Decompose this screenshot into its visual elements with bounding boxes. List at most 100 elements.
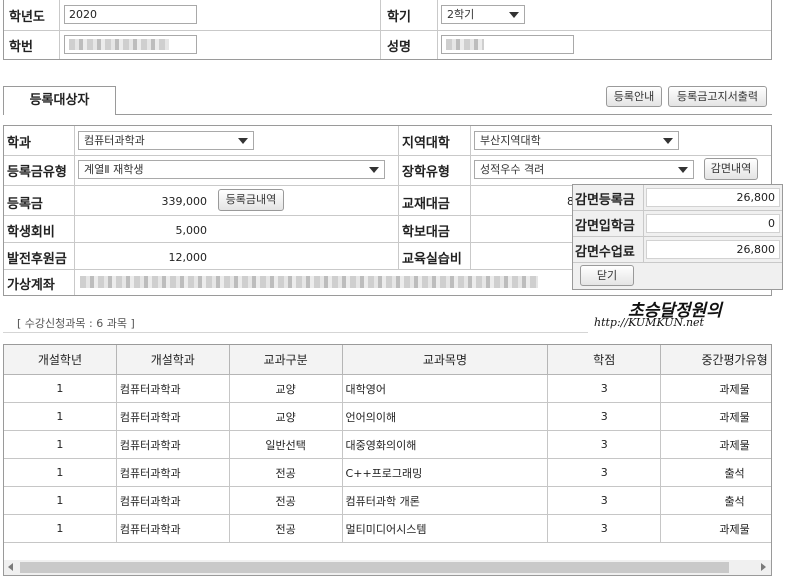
tab-registration-target[interactable]: 등록대상자 xyxy=(3,86,116,115)
textbook-label: 교재대금 xyxy=(402,197,450,212)
tuition-notice-print-button[interactable]: 등록금고지서출력 xyxy=(668,86,767,107)
chevron-down-icon xyxy=(369,167,379,173)
col-header-midterm-type[interactable]: 중간평가유형 xyxy=(660,345,771,375)
scholarship-select-value: 성적우수 격려 xyxy=(480,163,545,176)
table-row[interactable]: 1 컴퓨터과학과 교양 언어의이해 3 과제물 xyxy=(4,402,771,431)
scholarship-select[interactable]: 성적우수 격려 xyxy=(474,160,694,179)
registration-guide-button[interactable]: 등록안내 xyxy=(606,86,662,107)
col-header-category[interactable]: 교과구분 xyxy=(228,345,343,375)
name-input[interactable] xyxy=(441,35,574,54)
cell-dept: 컴퓨터과학과 xyxy=(115,514,230,543)
cell-category: 일반선택 xyxy=(228,430,343,459)
reduction-tuition-input[interactable]: 26,800 xyxy=(646,188,780,207)
scrollbar-thumb[interactable] xyxy=(20,562,729,573)
table-row[interactable]: 1 컴퓨터과학과 일반선택 대중영화의이해 3 과제물 xyxy=(4,430,771,459)
practice-label: 교육실습비 xyxy=(402,252,462,267)
fee-type-select-value: 계열Ⅱ 재학생 xyxy=(84,163,144,176)
region-select[interactable]: 부산지역대학 xyxy=(474,131,679,150)
watermark-url: http://KUMKUN.net xyxy=(594,316,704,329)
reduction-admission-label: 감면입학금 xyxy=(575,219,635,234)
dept-select-value: 컴퓨터과학과 xyxy=(84,134,145,147)
student-id-label: 학번 xyxy=(9,40,33,55)
reduction-detail-button[interactable]: 감면내역 xyxy=(704,158,758,180)
scholarship-label: 장학유형 xyxy=(402,165,450,180)
col-header-year[interactable]: 개설학년 xyxy=(4,345,117,375)
course-count-bar: [ 수강신청과목 : 6 과목 ] xyxy=(3,312,588,333)
tuition-detail-button[interactable]: 등록금내역 xyxy=(218,189,284,211)
student-id-input[interactable] xyxy=(64,35,197,54)
scroll-left-arrow-icon[interactable] xyxy=(8,563,13,571)
cell-midterm-type: 과제물 xyxy=(660,374,771,403)
student-fee-value: 5,000 xyxy=(175,224,208,237)
cell-subject: 컴퓨터과학 개론 xyxy=(341,486,549,515)
cell-year: 1 xyxy=(4,486,117,515)
reduction-class-fee-input[interactable]: 26,800 xyxy=(646,240,780,259)
cell-midterm-type: 출석 xyxy=(660,486,771,515)
region-label: 지역대학 xyxy=(402,136,450,151)
col-header-subject[interactable]: 교과목명 xyxy=(341,345,549,375)
year-input[interactable]: 2020 xyxy=(64,5,197,24)
cell-credit: 3 xyxy=(547,486,662,515)
cell-year: 1 xyxy=(4,430,117,459)
cell-subject: 언어의이해 xyxy=(341,402,549,431)
dev-fund-value: 12,000 xyxy=(168,251,208,264)
cell-credit: 3 xyxy=(547,514,662,543)
masked-name xyxy=(446,39,484,50)
reduction-admission-input[interactable]: 0 xyxy=(646,214,780,233)
chevron-down-icon xyxy=(509,12,519,18)
cell-midterm-type: 과제물 xyxy=(660,514,771,543)
dept-label: 학과 xyxy=(7,136,31,151)
watermark-logo: 초승달정원의 http://KUMKUN.net xyxy=(594,296,774,336)
cell-dept: 컴퓨터과학과 xyxy=(115,486,230,515)
cell-year: 1 xyxy=(4,514,117,543)
tuition-value: 339,000 xyxy=(161,195,208,208)
cell-category: 교양 xyxy=(228,374,343,403)
cell-dept: 컴퓨터과학과 xyxy=(115,430,230,459)
term-select-value: 2학기 xyxy=(447,8,475,21)
fee-type-select[interactable]: 계열Ⅱ 재학생 xyxy=(78,160,385,179)
student-fee-label: 학생회비 xyxy=(7,225,55,240)
cell-credit: 3 xyxy=(547,374,662,403)
term-select[interactable]: 2학기 xyxy=(441,5,525,24)
tab-underline xyxy=(116,114,772,115)
cell-subject: C++프로그래밍 xyxy=(341,458,549,487)
cell-midterm-type: 과제물 xyxy=(660,430,771,459)
table-header-row: 개설학년 개설학과 교과구분 교과목명 학점 중간평가유형 xyxy=(4,345,771,375)
col-header-credit[interactable]: 학점 xyxy=(547,345,662,375)
cell-credit: 3 xyxy=(547,430,662,459)
cell-midterm-type: 출석 xyxy=(660,458,771,487)
chevron-down-icon xyxy=(663,138,673,144)
reduction-tuition-label: 감면등록금 xyxy=(575,193,635,208)
tuition-label: 등록금 xyxy=(7,197,43,212)
cell-category: 전공 xyxy=(228,458,343,487)
table-row[interactable]: 1 컴퓨터과학과 전공 컴퓨터과학 개론 3 출석 xyxy=(4,486,771,515)
fee-type-label: 등록금유형 xyxy=(7,165,67,180)
table-row[interactable]: 1 컴퓨터과학과 전공 C++프로그래밍 3 출석 xyxy=(4,458,771,487)
cell-category: 전공 xyxy=(228,514,343,543)
cell-category: 교양 xyxy=(228,402,343,431)
cell-category: 전공 xyxy=(228,486,343,515)
horizontal-scrollbar[interactable] xyxy=(4,560,771,575)
dev-fund-label: 발전후원금 xyxy=(7,252,67,267)
cell-year: 1 xyxy=(4,458,117,487)
cell-dept: 컴퓨터과학과 xyxy=(115,458,230,487)
cell-dept: 컴퓨터과학과 xyxy=(115,374,230,403)
reduction-class-fee-label: 감면수업료 xyxy=(575,245,635,260)
chevron-down-icon xyxy=(238,138,248,144)
course-table-container: 개설학년 개설학과 교과구분 교과목명 학점 중간평가유형 1 컴퓨터과학과 교양 대… xyxy=(3,344,772,576)
dept-select[interactable]: 컴퓨터과학과 xyxy=(78,131,254,150)
table-row[interactable]: 1 컴퓨터과학과 전공 멀티미디어시스템 3 과제물 xyxy=(4,514,771,543)
year-label: 학년도 xyxy=(9,10,45,25)
newspaper-label: 학보대금 xyxy=(402,225,450,240)
table-row[interactable]: 1 컴퓨터과학과 교양 대학영어 3 과제물 xyxy=(4,374,771,403)
col-header-dept[interactable]: 개설학과 xyxy=(115,345,230,375)
region-select-value: 부산지역대학 xyxy=(480,134,541,147)
cell-subject: 대학영어 xyxy=(341,374,549,403)
close-button[interactable]: 닫기 xyxy=(580,265,634,286)
cell-subject: 대중영화의이해 xyxy=(341,430,549,459)
name-label: 성명 xyxy=(387,40,411,55)
virtual-account-label: 가상계좌 xyxy=(7,278,55,293)
cell-midterm-type: 과제물 xyxy=(660,402,771,431)
scroll-right-arrow-icon[interactable] xyxy=(761,563,766,571)
cell-subject: 멀티미디어시스템 xyxy=(341,514,549,543)
